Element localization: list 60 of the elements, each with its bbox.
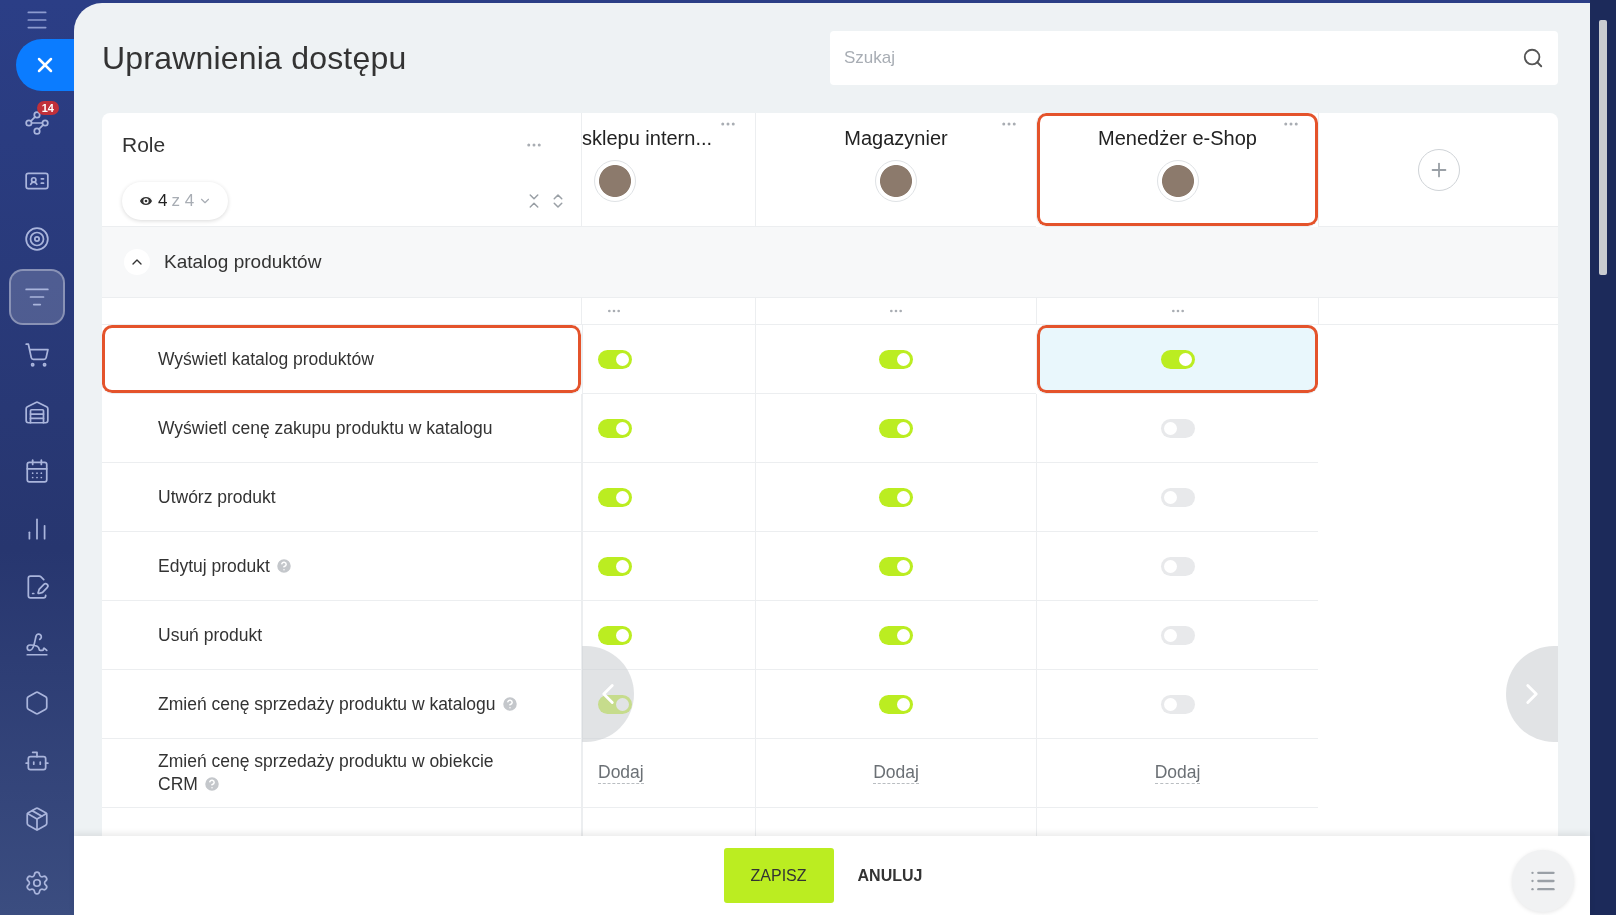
page-title: Uprawnienia dostępu [102, 39, 407, 77]
waypoints-icon [24, 110, 50, 136]
permission-label: Wyświetl cenę zakupu produktu w katalogu [158, 416, 493, 440]
toggle-switch[interactable] [879, 625, 913, 645]
toggle-switch[interactable] [598, 487, 632, 507]
permission-label: Wyświetl katalog produktów [158, 347, 374, 371]
avatar [594, 160, 636, 202]
role-name: Menedżer e-Shop [1098, 127, 1257, 150]
toggle-switch[interactable] [598, 625, 632, 645]
calendar-icon [24, 458, 50, 484]
avatar [1156, 160, 1199, 202]
settings-icon [24, 870, 50, 896]
permission-label: Utwórz produkt [158, 485, 276, 509]
toggle-switch[interactable] [1160, 349, 1195, 369]
filter-pill[interactable]: 4 z 4 [122, 182, 229, 221]
add-link[interactable]: Dodaj [1154, 762, 1201, 784]
menu-button[interactable] [1512, 850, 1574, 912]
permission-label: Zmień cenę sprzedaży produktu w katalogu [158, 692, 519, 716]
permission-label: Zmień cenę sprzedaży produktu w obiekcie CRM [158, 750, 495, 796]
toggle-switch[interactable] [879, 418, 913, 438]
toggle-switch[interactable] [598, 556, 632, 576]
role-name: Magazynier [844, 127, 948, 150]
toggle-switch[interactable] [598, 349, 632, 369]
toggle-switch[interactable] [879, 349, 913, 369]
notification-badge: 14 [36, 101, 59, 115]
avatar [875, 160, 917, 202]
toggle-switch[interactable] [879, 556, 913, 576]
toggle-switch[interactable] [598, 694, 632, 714]
toggle-switch[interactable] [879, 694, 913, 714]
toggle-switch[interactable] [879, 487, 913, 507]
warehouse-icon [24, 400, 50, 426]
document-edit-icon [24, 574, 50, 600]
help-icon[interactable] [202, 775, 221, 793]
box-icon [24, 806, 50, 832]
add-role-button[interactable] [1417, 149, 1460, 191]
section-title: Katalog produktów [164, 251, 322, 273]
cart-icon [24, 342, 50, 368]
add-link[interactable]: Dodaj [598, 762, 644, 784]
search-icon[interactable] [1522, 47, 1544, 69]
signature-icon [24, 632, 50, 658]
permission-label: Usuń produkt [158, 623, 263, 647]
column-title: Role [122, 132, 167, 157]
search-field[interactable]: Szukaj [830, 31, 1558, 85]
role-name: sklepu intern... [582, 127, 713, 150]
sidebar-item[interactable]: 14 [11, 97, 63, 149]
close-button[interactable] [16, 39, 74, 91]
scrollbar[interactable] [1599, 20, 1607, 275]
help-icon[interactable] [500, 694, 519, 713]
collapse-button[interactable] [124, 249, 150, 275]
help-icon[interactable] [274, 556, 293, 575]
toggle-switch[interactable] [598, 418, 632, 438]
cancel-button[interactable]: ANULUJ [839, 866, 941, 885]
scroll-left-button[interactable] [582, 646, 634, 742]
add-link[interactable]: Dodaj [873, 762, 919, 784]
target-icon [24, 226, 50, 252]
hexagon-icon [24, 690, 50, 716]
sidebar-item[interactable] [11, 271, 63, 323]
save-button[interactable]: ZAPISZ [723, 848, 834, 903]
robot-icon [24, 748, 50, 774]
permission-label: Edytuj produkt [158, 554, 293, 578]
